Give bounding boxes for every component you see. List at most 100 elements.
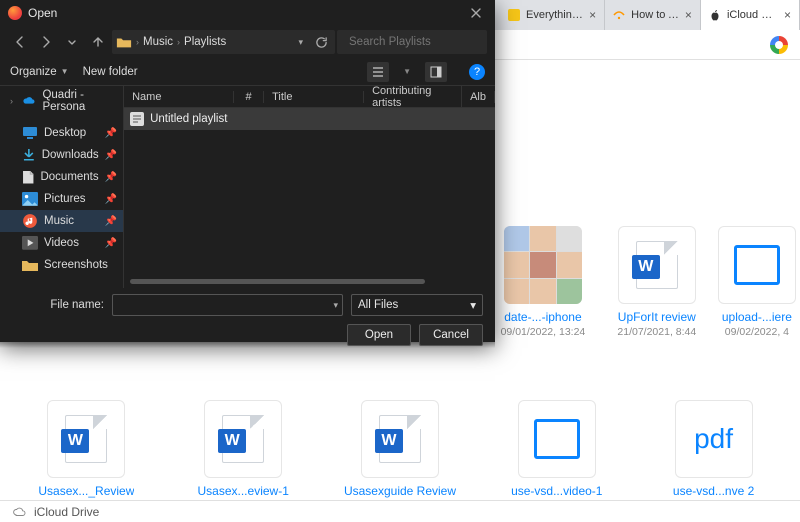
apple-icon (709, 9, 721, 21)
chevron-right-icon[interactable]: › (10, 96, 17, 106)
app-icon (8, 6, 22, 20)
tab-label: Everything yo (526, 9, 583, 21)
crumb[interactable]: Playlists (184, 36, 226, 48)
close-icon[interactable]: × (685, 8, 692, 22)
file-name: Usasex..._Review (38, 484, 134, 498)
filename-input[interactable]: ▾ (112, 294, 343, 316)
recent-button[interactable] (60, 30, 84, 54)
music-icon (22, 214, 38, 228)
chevron-down-icon: ▾ (470, 298, 476, 312)
tree-item-screenshots[interactable]: Screenshots (0, 254, 123, 276)
new-folder-button[interactable]: New folder (83, 66, 138, 78)
folder-icon (116, 35, 132, 49)
tree-item-music[interactable]: Music📌 (0, 210, 123, 232)
tree-item-videos[interactable]: Videos📌 (0, 232, 123, 254)
nav-row: ›Music ›Playlists ▾ (0, 26, 495, 58)
pin-icon: 📌 (105, 194, 117, 205)
file-name: use-vsd...nve 2 (673, 484, 754, 498)
up-button[interactable] (86, 30, 110, 54)
command-row: Organize▼ New folder ▼ ? (0, 58, 495, 86)
titlebar[interactable]: Open (0, 0, 495, 26)
tab-label: iCloud Drive (727, 9, 778, 21)
col-name[interactable]: Name (124, 91, 234, 103)
doc-icon (22, 170, 34, 184)
h-scrollbar[interactable] (124, 276, 495, 288)
close-button[interactable] (463, 3, 489, 23)
google-icon[interactable] (770, 36, 788, 54)
file-tile[interactable]: upload-...iere 09/02/2022, 4 (714, 218, 800, 368)
file-thumb (504, 226, 582, 304)
onedrive-icon (23, 94, 37, 108)
col-contrib[interactable]: Contributing artists (364, 85, 462, 109)
col-title[interactable]: Title (264, 91, 364, 103)
forward-button[interactable] (34, 30, 58, 54)
tree-item-downloads[interactable]: Downloads📌 (0, 144, 123, 166)
file-date: 21/07/2021, 8:44 (617, 326, 696, 338)
list-header[interactable]: Name # Title Contributing artists Alb (124, 86, 495, 108)
file-tile[interactable]: date-...-iphone 09/01/2022, 13:24 (486, 218, 600, 368)
pic-icon (22, 192, 38, 206)
imdb-icon (508, 9, 520, 21)
playlist-file-icon (130, 112, 144, 126)
cancel-button[interactable]: Cancel (419, 324, 483, 346)
statusbar-label: iCloud Drive (34, 505, 99, 519)
file-thumb: W (204, 400, 282, 478)
dialog-footer: File name: ▾ All Files▾ Open Cancel (0, 288, 495, 356)
file-name: Usasexguide Review (344, 484, 456, 498)
file-name: Untitled playlist (150, 113, 227, 125)
pin-icon: 📌 (105, 216, 117, 227)
back-button[interactable] (8, 30, 32, 54)
file-name: UpForIt review (618, 310, 696, 324)
file-name: use-vsd...video-1 (511, 484, 602, 498)
search-input[interactable] (349, 36, 503, 48)
tree-item-desktop[interactable]: Desktop📌 (0, 122, 123, 144)
download-icon (22, 148, 36, 162)
organize-menu[interactable]: Organize▼ (10, 66, 69, 78)
file-thumb (718, 226, 796, 304)
file-thumb: W (618, 226, 696, 304)
refresh-button[interactable] (311, 30, 331, 54)
close-icon[interactable]: × (589, 8, 596, 22)
pin-icon: 📌 (105, 150, 117, 161)
filetype-select[interactable]: All Files▾ (351, 294, 483, 316)
nav-tree: › Quadri - Persona Desktop📌 Downloads📌 D… (0, 86, 124, 288)
chevron-down-icon[interactable]: ▾ (294, 37, 307, 48)
browser-tab[interactable]: Everything yo × (500, 0, 605, 30)
tree-item-documents[interactable]: Documents📌 (0, 166, 123, 188)
chevron-down-icon[interactable]: ▾ (333, 300, 338, 311)
file-date: 09/01/2022, 13:24 (501, 326, 586, 338)
open-dialog: Open ›Music ›Playlists ▾ Organize▼ New f… (0, 0, 495, 342)
address-bar[interactable]: ›Music ›Playlists ▾ (112, 30, 335, 54)
file-tile[interactable]: W UpForIt review 21/07/2021, 8:44 (600, 218, 714, 368)
file-date: 09/02/2022, 4 (725, 326, 789, 338)
list-item[interactable]: Untitled playlist (124, 108, 495, 130)
file-list: Name # Title Contributing artists Alb Un… (124, 86, 495, 288)
folder-icon (22, 258, 38, 272)
browser-tab-active[interactable]: iCloud Drive × (701, 0, 800, 30)
help-button[interactable]: ? (469, 64, 485, 80)
pin-icon: 📌 (105, 128, 117, 139)
statusbar: iCloud Drive (0, 500, 800, 522)
file-thumb: W (47, 400, 125, 478)
desktop-icon (22, 126, 38, 140)
file-thumb (518, 400, 596, 478)
col-album[interactable]: Alb (462, 91, 495, 103)
pin-icon: 📌 (105, 172, 117, 183)
tree-root[interactable]: › Quadri - Persona (0, 90, 123, 112)
crumb[interactable]: Music (143, 36, 173, 48)
open-button[interactable]: Open (347, 324, 411, 346)
browser-tab[interactable]: How to Add × (605, 0, 701, 30)
tab-label: How to Add (631, 9, 679, 21)
video-icon (22, 236, 38, 250)
wifi-icon (613, 9, 625, 21)
search-box[interactable] (337, 30, 487, 54)
pin-icon: 📌 (105, 238, 117, 249)
preview-pane-button[interactable] (425, 62, 447, 82)
close-icon[interactable]: × (784, 8, 791, 22)
file-thumb: W (361, 400, 439, 478)
col-number[interactable]: # (234, 91, 264, 103)
tree-item-pictures[interactable]: Pictures📌 (0, 188, 123, 210)
pdf-icon: pdf (694, 423, 733, 455)
cloud-icon (12, 506, 28, 517)
view-mode-button[interactable] (367, 62, 389, 82)
